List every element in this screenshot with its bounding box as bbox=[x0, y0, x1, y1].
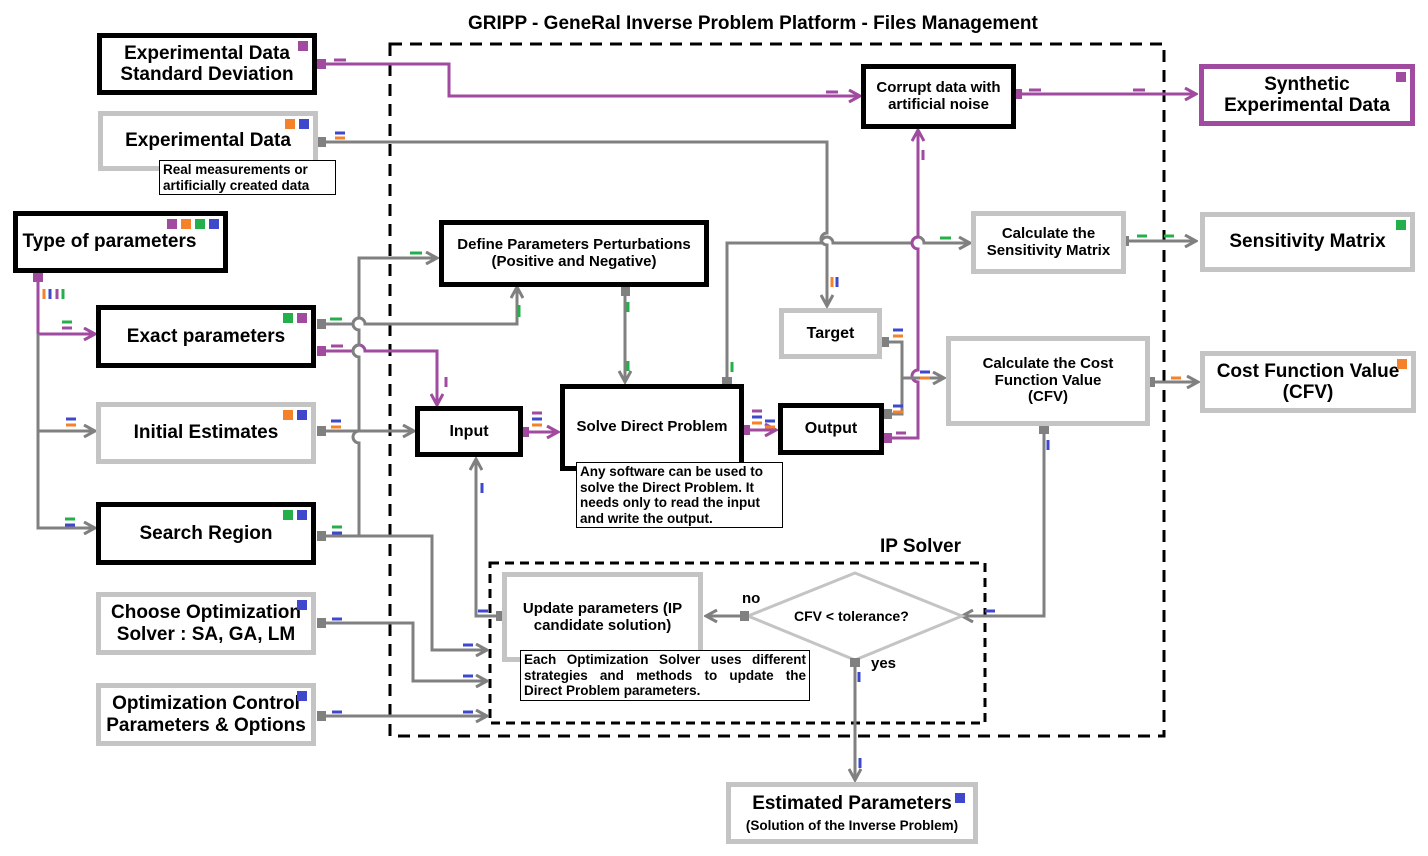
node-label: Optimization Control Parameters & Option… bbox=[106, 693, 306, 736]
tag-blue-icon bbox=[297, 410, 307, 420]
note-experimental-data: Real measurements or artificially create… bbox=[159, 160, 336, 196]
node-label: Choose Optimization Solver : SA, GA, LM bbox=[111, 602, 301, 645]
edge-search-perturb bbox=[323, 258, 437, 538]
node-type-of-parameters[interactable]: Type of parameters bbox=[13, 211, 228, 273]
node-label: Experimental Data Standard Deviation bbox=[120, 42, 294, 85]
tag-purple-icon bbox=[1396, 72, 1406, 82]
node-search-region[interactable]: Search Region bbox=[96, 502, 316, 565]
node-estimated-parameters[interactable]: Estimated Parameters (Solution of the In… bbox=[726, 782, 978, 844]
node-output[interactable]: Output bbox=[778, 403, 884, 455]
node-sensitivity-matrix[interactable]: Sensitivity Matrix bbox=[1200, 212, 1415, 272]
diagram-title: GRIPP - GeneRal Inverse Problem Platform… bbox=[468, 13, 1038, 34]
tag-blue-icon bbox=[297, 600, 307, 610]
node-target[interactable]: Target bbox=[779, 308, 882, 359]
edge-exact-perturb bbox=[323, 287, 517, 326]
node-label: Exact parameters bbox=[126, 325, 286, 347]
edge-cfv-decision bbox=[962, 427, 1046, 616]
edge-stddev-corrupt bbox=[323, 62, 860, 96]
node-initial-estimates[interactable]: Initial Estimates bbox=[96, 402, 316, 464]
node-corrupt-data[interactable]: Corrupt data with artificial noise bbox=[861, 64, 1016, 129]
node-label: Estimated Parameters bbox=[752, 792, 952, 814]
node-label: Type of parameters bbox=[22, 231, 197, 253]
tag-purple-icon bbox=[298, 41, 308, 51]
decision-label[interactable]: CFV < tolerance? bbox=[794, 608, 909, 624]
node-label: Target bbox=[806, 324, 855, 342]
node-cost-function-value[interactable]: Cost Function Value (CFV) bbox=[1200, 351, 1416, 413]
tag-blue-icon bbox=[955, 793, 965, 803]
edge-update-input bbox=[476, 459, 500, 618]
node-update-parameters[interactable]: Update parameters (IP candidate solution… bbox=[502, 572, 703, 662]
tag-green-icon bbox=[283, 313, 293, 323]
node-label: Output bbox=[804, 420, 858, 438]
edge-solver-ip bbox=[323, 621, 487, 681]
node-label: Corrupt data with artificial noise bbox=[876, 78, 1001, 113]
node-exp-std-dev[interactable]: Experimental Data Standard Deviation bbox=[97, 33, 317, 95]
node-label: Cost Function Value (CFV) bbox=[1216, 360, 1400, 403]
node-label: Experimental Data bbox=[125, 130, 291, 152]
node-label: Calculate the Cost Function Value (CFV) bbox=[982, 354, 1114, 406]
node-input[interactable]: Input bbox=[415, 406, 523, 457]
node-exact-parameters[interactable]: Exact parameters bbox=[96, 305, 316, 368]
node-label: Define Parameters Perturbations (Positiv… bbox=[457, 235, 691, 270]
edge-exact-input bbox=[323, 343, 437, 405]
ip-solver-label: IP Solver bbox=[880, 536, 961, 557]
decision-no-label: no bbox=[742, 590, 761, 607]
tag-purple-icon bbox=[297, 313, 307, 323]
note-update-parameters: Each Optimization Solver uses different … bbox=[520, 650, 810, 701]
tag-orange-icon bbox=[181, 219, 191, 229]
node-label: Search Region bbox=[139, 522, 273, 544]
tag-blue-icon bbox=[297, 691, 307, 701]
note-solve-direct: Any software can be used to solve the Di… bbox=[576, 462, 783, 529]
node-calc-sensitivity[interactable]: Calculate the Sensitivity Matrix bbox=[971, 211, 1126, 274]
edge-search-solver bbox=[359, 534, 487, 650]
node-optimization-control[interactable]: Optimization Control Parameters & Option… bbox=[96, 683, 316, 746]
tag-orange-icon bbox=[283, 410, 293, 420]
edge-type-exact bbox=[36, 276, 95, 334]
tag-green-icon bbox=[195, 219, 205, 229]
node-label: Sensitivity Matrix bbox=[1229, 231, 1386, 253]
tag-orange-icon bbox=[285, 119, 295, 129]
tag-green-icon bbox=[283, 510, 293, 520]
node-label: Calculate the Sensitivity Matrix bbox=[986, 224, 1111, 259]
node-label: Input bbox=[449, 422, 489, 440]
tag-orange-icon bbox=[1397, 359, 1407, 369]
tag-green-icon bbox=[1396, 220, 1406, 230]
node-label: Synthetic Experimental Data bbox=[1224, 73, 1390, 116]
node-choose-optimization-solver[interactable]: Choose Optimization Solver : SA, GA, LM bbox=[96, 592, 316, 655]
tag-blue-icon bbox=[297, 510, 307, 520]
decision-yes-label: yes bbox=[871, 655, 897, 672]
node-calc-cost-function[interactable]: Calculate the Cost Function Value (CFV) bbox=[946, 336, 1150, 426]
tag-blue-icon bbox=[299, 119, 309, 129]
node-label: Update parameters (IP candidate solution… bbox=[522, 600, 683, 634]
tag-purple-icon bbox=[167, 219, 177, 229]
tag-blue-icon bbox=[209, 219, 219, 229]
node-sublabel: (Solution of the Inverse Problem) bbox=[745, 818, 959, 834]
node-label: Solve Direct Problem bbox=[576, 418, 728, 435]
node-define-perturbations[interactable]: Define Parameters Perturbations (Positiv… bbox=[439, 220, 709, 287]
node-solve-direct-problem[interactable]: Solve Direct Problem bbox=[560, 384, 744, 471]
node-synthetic-experimental-data[interactable]: Synthetic Experimental Data bbox=[1199, 64, 1415, 126]
node-label: Initial Estimates bbox=[133, 422, 279, 444]
